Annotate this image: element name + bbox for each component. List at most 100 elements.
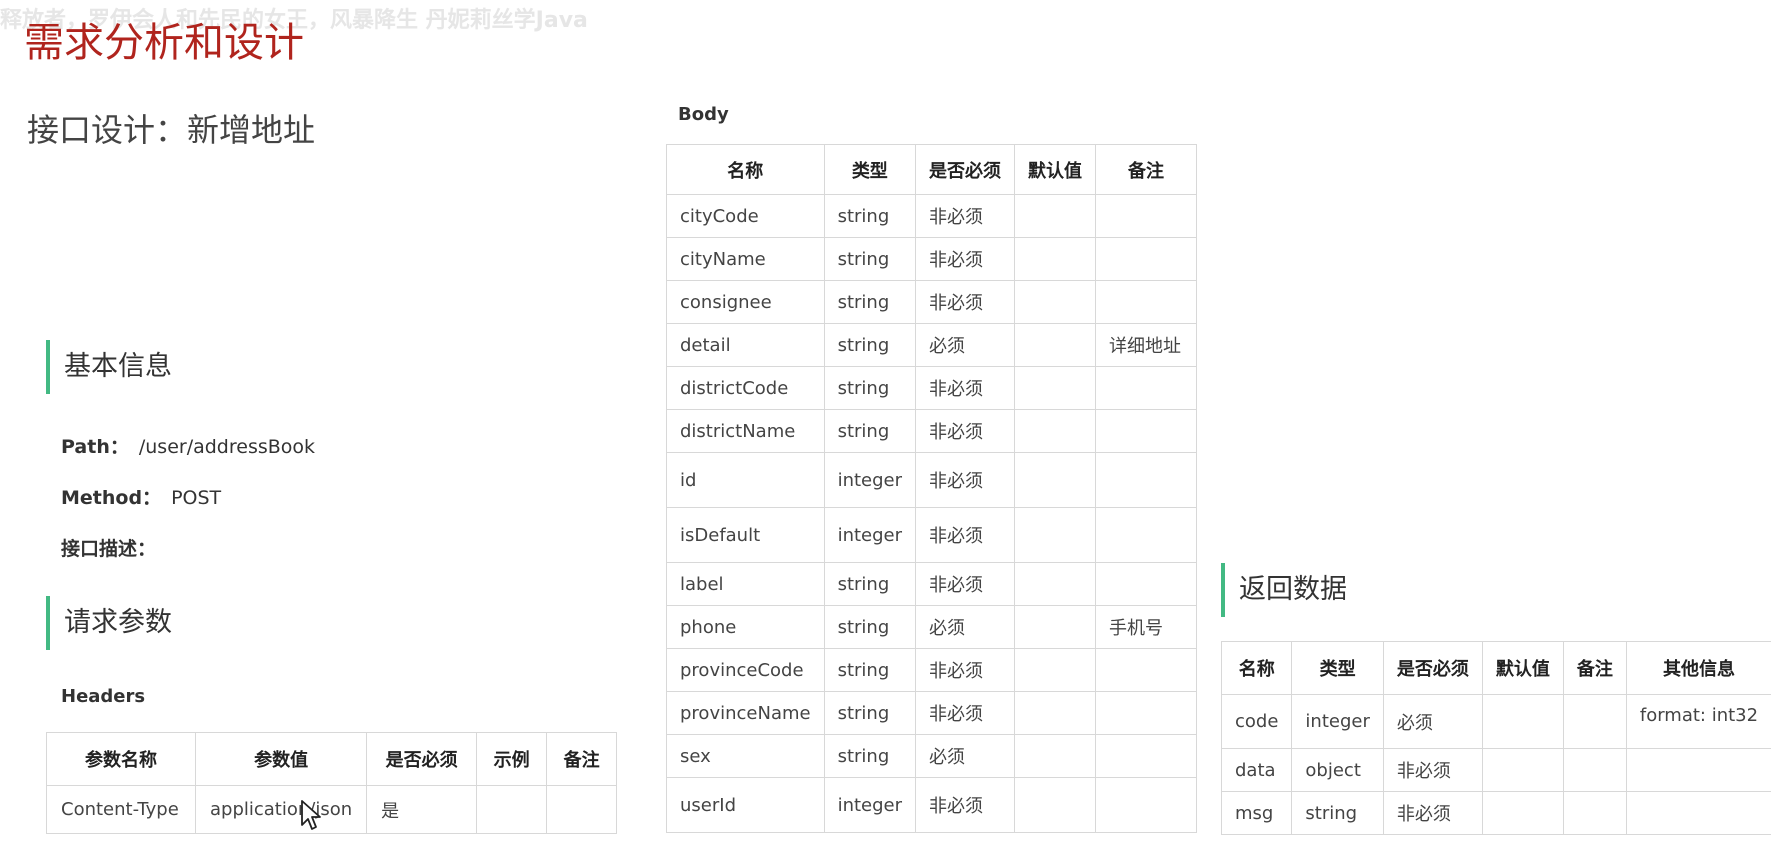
cell-required: 必须 [915,734,1016,778]
body-table-header-row: 名称 类型 是否必须 默认值 备注 [666,144,1198,195]
cell-other-info [1625,791,1771,835]
cell-default [1014,323,1097,367]
section-heading-response-data: 返回数据 [1221,563,1347,617]
cell-other-info [1625,748,1771,792]
response-col-remark: 备注 [1562,641,1627,695]
cell-required: 非必须 [915,777,1016,833]
cell-remark: 详细地址 [1095,323,1198,367]
table-row: code integer 必须 format: int32 [1220,694,1771,749]
table-row: data object 非必须 [1220,748,1771,792]
cell-required: 非必须 [915,409,1016,453]
table-row: districtCode string 非必须 [666,366,1198,410]
body-col-default: 默认值 [1014,144,1097,195]
cell-remark: 手机号 [1095,605,1198,649]
response-col-required: 是否必须 [1382,641,1483,695]
table-row: userId integer 非必须 [666,777,1198,833]
cell-type: string [823,366,917,410]
method-row: Method： POST [61,483,221,510]
path-value: /user/addressBook [138,436,316,458]
cell-type: string [823,323,917,367]
table-row: detail string 必须 详细地址 [666,323,1198,367]
cell-remark [1095,648,1198,692]
cell-default [1014,777,1097,833]
cell-name: districtCode [666,366,825,410]
cell-name: provinceCode [666,648,825,692]
cell-required: 非必须 [915,194,1016,238]
table-row: consignee string 非必须 [666,280,1198,324]
body-label: Body [678,104,729,125]
response-table: 名称 类型 是否必须 默认值 备注 其他信息 code integer 必须 f… [1220,641,1771,835]
cell-example [476,785,548,834]
path-label: Path： [61,436,129,458]
cell-name: msg [1220,791,1293,835]
method-value: POST [171,487,222,509]
cell-required: 必须 [915,323,1016,367]
cell-name: code [1220,694,1293,749]
cell-type: string [823,691,917,735]
response-col-other-info: 其他信息 [1625,641,1771,695]
page-subtitle: 接口设计：新增地址 [27,111,316,149]
body-col-type: 类型 [823,144,917,195]
table-row: cityName string 非必须 [666,237,1198,281]
cell-required: 非必须 [915,366,1016,410]
cell-type: string [823,605,917,649]
table-row: isDefault integer 非必须 [666,507,1198,563]
cell-remark [546,785,618,834]
table-row: Content-Type application/json 是 [46,785,618,834]
headers-table: 参数名称 参数值 是否必须 示例 备注 Content-Type applica… [46,732,618,834]
cell-remark [1095,734,1198,778]
cell-default [1014,452,1097,508]
response-col-default: 默认值 [1481,641,1564,695]
page-title: 需求分析和设计 [24,20,304,66]
cell-name: cityName [666,237,825,281]
response-table-header-row: 名称 类型 是否必须 默认值 备注 其他信息 [1220,641,1771,695]
cell-default [1014,734,1097,778]
cell-name: detail [666,323,825,367]
cell-remark [1095,777,1198,833]
cell-remark [1562,791,1627,835]
header-col-example: 示例 [476,732,548,786]
body-col-required: 是否必须 [915,144,1016,195]
cell-type: integer [823,452,917,508]
cell-default [1014,409,1097,453]
cell-default [1014,237,1097,281]
cell-required: 非必须 [1382,791,1483,835]
cell-required: 非必须 [1382,748,1483,792]
path-row: Path： /user/addressBook [61,432,315,459]
cell-type: string [823,562,917,606]
cell-type: string [823,280,917,324]
cell-remark [1095,507,1198,563]
cell-default [1014,691,1097,735]
cell-default [1014,562,1097,606]
cell-type: object [1291,748,1384,792]
cell-default [1481,791,1564,835]
cell-type: string [1291,791,1384,835]
body-col-remark: 备注 [1095,144,1198,195]
header-col-required: 是否必须 [366,732,478,786]
cell-default [1014,280,1097,324]
cell-required: 非必须 [915,648,1016,692]
method-label: Method： [61,487,162,509]
cell-required: 非必须 [915,280,1016,324]
response-col-name: 名称 [1220,641,1293,695]
cell-name: cityCode [666,194,825,238]
cell-remark [1095,280,1198,324]
description-label: 接口描述： [61,538,157,560]
cell-type: string [823,194,917,238]
cell-default [1014,194,1097,238]
cell-required: 非必须 [915,452,1016,508]
header-col-param-name: 参数名称 [46,732,196,786]
cell-type: string [823,734,917,778]
cell-name: data [1220,748,1293,792]
cell-type: integer [1291,694,1384,749]
cell-remark [1095,237,1198,281]
cell-remark [1095,409,1198,453]
header-col-remark: 备注 [546,732,618,786]
cell-other-info: format: int32 [1625,694,1771,749]
cell-default [1014,366,1097,410]
cell-required: 是 [366,785,478,834]
table-row: provinceName string 非必须 [666,691,1198,735]
cell-required: 必须 [1382,694,1483,749]
cell-required: 必须 [915,605,1016,649]
cell-remark [1095,691,1198,735]
